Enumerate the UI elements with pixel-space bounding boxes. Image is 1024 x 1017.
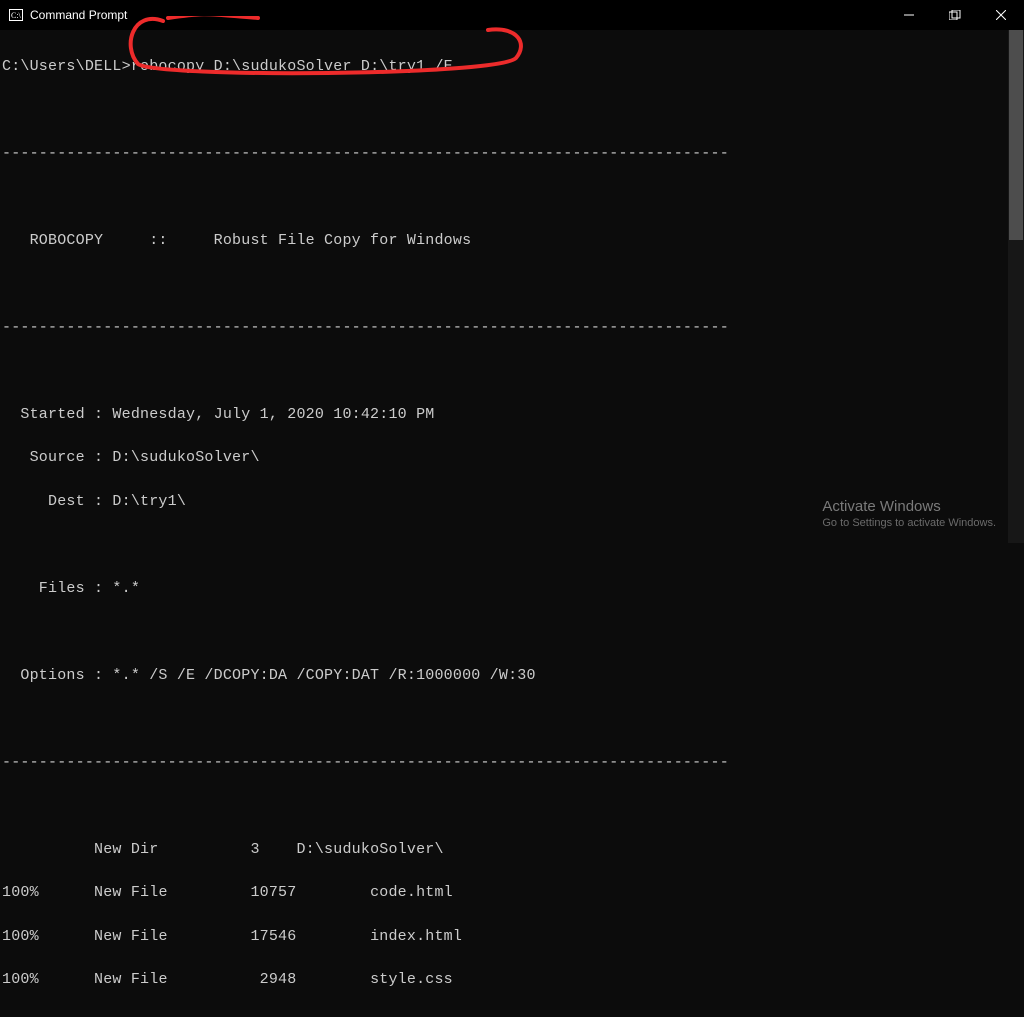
prompt-command: robocopy D:\sudukoSolver D:\try1 /E bbox=[131, 56, 453, 78]
prompt-path: C:\Users\DELL> bbox=[2, 56, 131, 78]
info-files: Files : *.* bbox=[2, 578, 1020, 600]
maximize-button[interactable] bbox=[932, 0, 978, 30]
result-dir: New Dir 3 D:\sudukoSolver\ bbox=[2, 839, 1020, 861]
divider-line: ----------------------------------------… bbox=[2, 143, 1020, 165]
scrollbar-track[interactable] bbox=[1008, 30, 1024, 543]
close-button[interactable] bbox=[978, 0, 1024, 30]
info-options: Options : *.* /S /E /DCOPY:DA /COPY:DAT … bbox=[2, 665, 1020, 687]
blank-line bbox=[2, 273, 1020, 295]
svg-text:C:\: C:\ bbox=[11, 11, 22, 20]
window-title: Command Prompt bbox=[30, 8, 886, 22]
robocopy-header: ROBOCOPY :: Robust File Copy for Windows bbox=[2, 230, 1020, 252]
info-started: Started : Wednesday, July 1, 2020 10:42:… bbox=[2, 404, 1020, 426]
window-controls bbox=[886, 0, 1024, 30]
blank-line bbox=[2, 534, 1020, 556]
watermark-title: Activate Windows bbox=[822, 498, 996, 515]
blank-line bbox=[2, 795, 1020, 817]
activate-windows-watermark: Activate Windows Go to Settings to activ… bbox=[822, 498, 996, 529]
scrollbar-thumb[interactable] bbox=[1009, 30, 1023, 240]
blank-line bbox=[2, 621, 1020, 643]
watermark-subtitle: Go to Settings to activate Windows. bbox=[822, 517, 996, 529]
info-source: Source : D:\sudukoSolver\ bbox=[2, 447, 1020, 469]
divider-line: ----------------------------------------… bbox=[2, 752, 1020, 774]
minimize-button[interactable] bbox=[886, 0, 932, 30]
cmd-icon: C:\ bbox=[8, 7, 24, 23]
result-row: 100% New File 2948 style.css bbox=[2, 969, 1020, 991]
result-row: 100% New File 10757 code.html bbox=[2, 882, 1020, 904]
divider-line: ----------------------------------------… bbox=[2, 317, 1020, 339]
blank-line bbox=[2, 360, 1020, 382]
window-titlebar: C:\ Command Prompt bbox=[0, 0, 1024, 30]
blank-line bbox=[2, 186, 1020, 208]
blank-line bbox=[2, 99, 1020, 121]
result-row: 100% New File 17546 index.html bbox=[2, 926, 1020, 948]
blank-line bbox=[2, 708, 1020, 730]
